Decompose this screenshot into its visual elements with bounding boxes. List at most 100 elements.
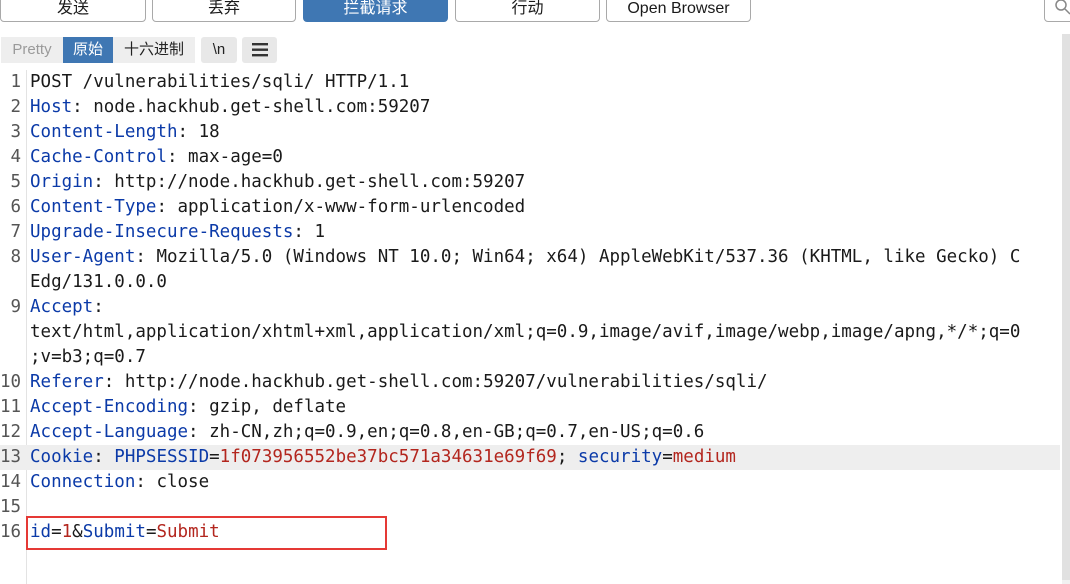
header-separator: : [188, 422, 210, 442]
line-content: Content-Type: application/x-www-form-url… [30, 195, 525, 220]
header-value-wrapped: ;v=b3;q=0.7 [30, 347, 146, 367]
header-value: zh-CN,zh;q=0.9,en;q=0.8,en-GB;q=0.7,en-U… [209, 422, 705, 442]
line-number: 10 [0, 372, 22, 392]
line-number: 2 [10, 97, 21, 117]
cookie-value: medium [672, 447, 736, 467]
header-separator: : [135, 247, 157, 267]
line-content: Origin: http://node.hackhub.get-shell.co… [30, 170, 525, 195]
header-name: Host [30, 97, 73, 117]
header-name: Upgrade-Insecure-Requests [30, 222, 294, 242]
header-separator: : [177, 122, 199, 142]
line-content: Cache-Control: max-age=0 [30, 145, 283, 170]
line-number: 15 [0, 497, 22, 517]
header-value: node.hackhub.get-shell.com:59207 [93, 97, 431, 117]
request-line: 12 Accept-Language: zh-CN,zh;q=0.9,en;q=0… [0, 420, 1060, 445]
header-separator: : [188, 397, 210, 417]
intercept-toggle-button[interactable]: 拦截请求 [303, 0, 448, 22]
line-number: 5 [10, 172, 21, 192]
send-button[interactable]: 发送 [0, 0, 146, 22]
line-number: 16 [0, 522, 22, 542]
line-number: 9 [10, 297, 21, 317]
search-icon [1055, 0, 1070, 15]
line-content: Accept-Language: zh-CN,zh;q=0.9,en;q=0.8… [30, 420, 704, 445]
line-content: Upgrade-Insecure-Requests: 1 [30, 220, 325, 245]
header-name: Accept-Language [30, 422, 189, 442]
request-line: 13 Cookie: PHPSESSID=1f073956552be37bc571… [0, 445, 1060, 470]
line-content: Connection: close [30, 470, 209, 495]
line-number: 1 [10, 72, 21, 92]
header-name: Accept-Encoding [30, 397, 189, 417]
line-content: Edg/131.0.0.0 [30, 270, 167, 295]
cookie-equals: = [662, 447, 673, 467]
cookie-value: 1f073956552be37bc571a34631e69f69 [219, 447, 557, 467]
header-value: close [156, 472, 210, 492]
search-button[interactable] [1044, 0, 1070, 22]
line-content: Content-Length: 18 [30, 120, 220, 145]
line-number: 14 [0, 472, 22, 492]
header-value: Mozilla/5.0 (Windows NT 10.0; Win64; x64… [156, 247, 1021, 267]
line-content: Cookie: PHPSESSID=1f073956552be37bc571a3… [30, 445, 736, 470]
request-line: 5 Origin: http://node.hackhub.get-shell.c… [0, 170, 1060, 195]
show-newlines-toggle[interactable]: \n [201, 37, 237, 63]
header-separator: : [93, 172, 115, 192]
request-body-highlight-box [26, 516, 387, 550]
open-browser-button[interactable]: Open Browser [606, 0, 751, 22]
request-line: ;v=b3;q=0.7 [0, 345, 1060, 370]
header-separator: : [103, 372, 125, 392]
header-separator: : [156, 197, 178, 217]
header-separator: : [293, 222, 315, 242]
header-separator: : [93, 447, 115, 467]
request-text: POST /vulnerabilities/sqli/ HTTP/1.1 [30, 72, 410, 92]
request-line: 10 Referer: http://node.hackhub.get-shell… [0, 370, 1060, 395]
hamburger-menu-icon [252, 43, 268, 57]
header-name: Origin [30, 172, 94, 192]
line-content: text/html,application/xhtml+xml,applicat… [30, 320, 1020, 345]
cookie-name: PHPSESSID [114, 447, 210, 467]
action-button[interactable]: 行动 [455, 0, 600, 22]
tab-hex[interactable]: 十六进制 [113, 37, 195, 63]
header-name: Referer [30, 372, 104, 392]
line-content: ;v=b3;q=0.7 [30, 345, 146, 370]
line-content: Referer: http://node.hackhub.get-shell.c… [30, 370, 768, 395]
request-line: 11 Accept-Encoding: gzip, deflate [0, 395, 1060, 420]
header-value: application/x-www-form-urlencoded [177, 197, 526, 217]
header-value: gzip, deflate [209, 397, 347, 417]
request-line: 14 Connection: close [0, 470, 1060, 495]
request-line: 1 POST /vulnerabilities/sqli/ HTTP/1.1 [0, 70, 1060, 95]
editor-menu-button[interactable] [242, 37, 277, 63]
line-content: Host: node.hackhub.get-shell.com:59207 [30, 95, 430, 120]
tab-raw[interactable]: 原始 [63, 37, 113, 63]
header-name: User-Agent [30, 247, 136, 267]
line-number: 7 [10, 222, 21, 242]
header-separator: : [166, 147, 189, 167]
request-line: 7 Upgrade-Insecure-Requests: 1 [0, 220, 1060, 245]
header-separator: : [93, 297, 104, 317]
line-number: 12 [0, 422, 22, 442]
line-number: 11 [0, 397, 22, 417]
vertical-scrollbar-thumb[interactable] [1062, 34, 1070, 580]
request-editor[interactable]: 1 POST /vulnerabilities/sqli/ HTTP/1.1 2 Ho… [0, 70, 1070, 584]
request-line: 8 User-Agent: Mozilla/5.0 (Windows NT 10.… [0, 245, 1060, 270]
request-line: 4 Cache-Control: max-age=0 [0, 145, 1060, 170]
line-number: 8 [10, 247, 21, 267]
tab-pretty[interactable]: Pretty [1, 37, 63, 63]
header-value: http://node.hackhub.get-shell.com:59207/… [124, 372, 768, 392]
header-value: http://node.hackhub.get-shell.com:59207 [114, 172, 526, 192]
request-line: 3 Content-Length: 18 [0, 120, 1060, 145]
request-line: 9 Accept: [0, 295, 1060, 320]
header-value: 18 [198, 122, 220, 142]
line-number: 3 [10, 122, 21, 142]
request-line: Edg/131.0.0.0 [0, 270, 1060, 295]
line-number: 4 [10, 147, 21, 167]
request-line: text/html,application/xhtml+xml,applicat… [0, 320, 1060, 345]
header-value: max-age=0 [188, 147, 283, 167]
header-separator: : [135, 472, 157, 492]
line-number: 6 [10, 197, 21, 217]
proxy-toolbar: 发送 丢弃 拦截请求 行动 Open Browser [0, 0, 1070, 28]
header-name: Accept [30, 297, 94, 317]
cookie-separator: ; [556, 447, 578, 467]
header-name: Content-Length [30, 122, 178, 142]
header-separator: : [72, 97, 94, 117]
line-content: User-Agent: Mozilla/5.0 (Windows NT 10.0… [30, 245, 1020, 270]
drop-button[interactable]: 丢弃 [152, 0, 296, 22]
